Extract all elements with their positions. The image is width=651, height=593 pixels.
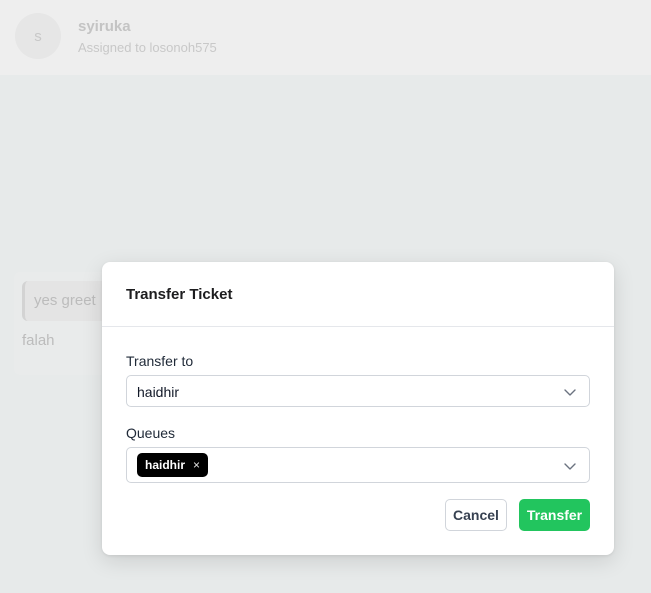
contact-name: syiruka — [78, 18, 131, 35]
cancel-button[interactable]: Cancel — [445, 499, 507, 531]
queue-tag: haidhir × — [137, 453, 209, 477]
queues-select[interactable]: haidhir × — [126, 447, 590, 483]
queue-tag-label: haidhir — [145, 458, 186, 472]
transfer-ticket-modal: Transfer Ticket Transfer to haidhir Queu… — [102, 262, 614, 555]
transfer-button[interactable]: Transfer — [519, 499, 590, 531]
close-icon[interactable]: × — [193, 459, 200, 471]
queues-label: Queues — [126, 425, 176, 441]
message-sender: falah — [22, 332, 55, 349]
conversation-header: s syiruka Assigned to losonoh575 — [0, 0, 651, 75]
transfer-to-label: Transfer to — [126, 353, 194, 369]
transfer-to-value: haidhir — [137, 384, 180, 400]
modal-title: Transfer Ticket — [126, 286, 233, 303]
chevron-down-icon — [564, 463, 576, 470]
assigned-status: Assigned to losonoh575 — [78, 40, 217, 55]
chevron-down-icon — [564, 389, 576, 396]
modal-divider — [102, 326, 614, 327]
transfer-to-select[interactable]: haidhir — [126, 375, 590, 407]
avatar: s — [15, 13, 61, 59]
